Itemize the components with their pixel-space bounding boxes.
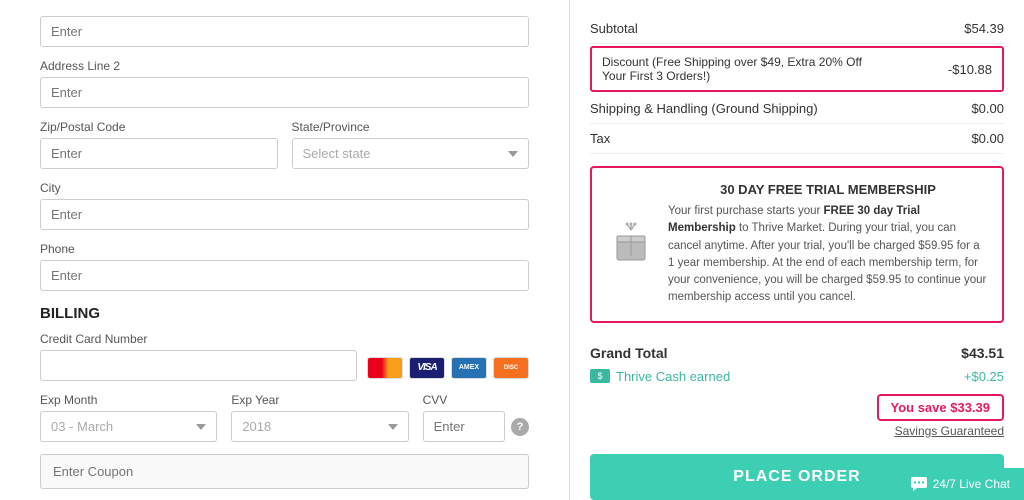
address-line2-label: Address Line 2	[40, 59, 529, 73]
live-chat-button[interactable]: 24/7 Live Chat	[897, 468, 1024, 500]
trial-icon	[606, 182, 656, 307]
address-line2-group: Address Line 2	[40, 59, 529, 108]
cvv-info-icon[interactable]: ?	[511, 418, 529, 436]
phone-group: Phone	[40, 242, 529, 291]
shipping-row: Shipping & Handling (Ground Shipping) $0…	[590, 94, 1004, 124]
grand-total-row: Grand Total $43.51	[590, 335, 1004, 365]
tax-row: Tax $0.00	[590, 124, 1004, 154]
cash-label: Thrive Cash earned	[616, 369, 730, 384]
subtotal-label: Subtotal	[590, 21, 638, 36]
exp-month-group: Exp Month 03 - March	[40, 393, 217, 442]
discount-box: Discount (Free Shipping over $49, Extra …	[590, 46, 1004, 92]
exp-year-label: Exp Year	[231, 393, 408, 407]
savings-guaranteed[interactable]: Savings Guaranteed	[895, 424, 1004, 438]
city-input[interactable]	[40, 199, 529, 230]
savings-wrapper: You save $33.39 Savings Guaranteed	[590, 394, 1004, 438]
state-label: State/Province	[292, 120, 530, 134]
grand-total-value: $43.51	[961, 345, 1004, 361]
exp-row: Exp Month 03 - March Exp Year 2018 CVV ?	[40, 393, 529, 442]
trial-heading: 30 DAY FREE TRIAL MEMBERSHIP	[668, 182, 988, 197]
shipping-label: Shipping & Handling (Ground Shipping)	[590, 101, 818, 116]
chat-bubble-icon	[911, 477, 927, 491]
cash-row: $ Thrive Cash earned +$0.25	[590, 365, 1004, 388]
address-line1-group	[40, 16, 529, 47]
coupon-group	[40, 454, 529, 489]
discover-icon: DISC	[493, 357, 529, 379]
cc-input[interactable]	[40, 350, 357, 381]
cvv-row: ?	[423, 411, 529, 442]
exp-year-select[interactable]: 2018	[231, 411, 408, 442]
billing-title: BILLING	[40, 305, 529, 322]
cvv-label: CVV	[423, 393, 529, 407]
tax-label: Tax	[590, 131, 610, 146]
cvv-input[interactable]	[423, 411, 505, 442]
zip-label: Zip/Postal Code	[40, 120, 278, 134]
exp-year-group: Exp Year 2018	[231, 393, 408, 442]
city-group: City	[40, 181, 529, 230]
cash-label-wrapper: $ Thrive Cash earned	[590, 365, 730, 388]
zip-input[interactable]	[40, 138, 278, 169]
state-group: State/Province Select state	[292, 120, 530, 169]
left-panel: Address Line 2 Zip/Postal Code State/Pro…	[0, 0, 570, 500]
subtotal-row: Subtotal $54.39	[590, 14, 1004, 44]
city-label: City	[40, 181, 529, 195]
cc-input-wrapper: VISA AMEX DISC	[40, 350, 529, 381]
right-panel: Subtotal $54.39 Discount (Free Shipping …	[570, 0, 1024, 500]
address-line1-input[interactable]	[40, 16, 529, 47]
card-icons: VISA AMEX DISC	[367, 357, 529, 379]
tax-value: $0.00	[971, 131, 1004, 146]
mastercard-icon	[367, 357, 403, 379]
address-line2-input[interactable]	[40, 77, 529, 108]
visa-icon: VISA	[409, 357, 445, 379]
subtotal-value: $54.39	[964, 21, 1004, 36]
discount-label: Discount (Free Shipping over $49, Extra …	[602, 55, 882, 83]
grand-total-label: Grand Total	[590, 345, 668, 361]
discount-value: -$10.88	[948, 62, 992, 77]
phone-label: Phone	[40, 242, 529, 256]
amex-icon: AMEX	[451, 357, 487, 379]
phone-input[interactable]	[40, 260, 529, 291]
zip-state-row: Zip/Postal Code State/Province Select st…	[40, 120, 529, 181]
cash-icon: $	[590, 369, 610, 383]
trial-content: 30 DAY FREE TRIAL MEMBERSHIP Your first …	[668, 182, 988, 307]
state-select[interactable]: Select state	[292, 138, 530, 169]
trial-box: 30 DAY FREE TRIAL MEMBERSHIP Your first …	[590, 166, 1004, 323]
live-chat-label: 24/7 Live Chat	[933, 477, 1010, 491]
zip-group: Zip/Postal Code	[40, 120, 278, 169]
cash-value: +$0.25	[964, 369, 1004, 384]
coupon-input[interactable]	[40, 454, 529, 489]
cc-group: Credit Card Number VISA AMEX DISC	[40, 332, 529, 381]
cc-label: Credit Card Number	[40, 332, 529, 346]
trial-body: Your first purchase starts your FREE 30 …	[668, 203, 988, 307]
you-save-badge: You save $33.39	[877, 394, 1005, 421]
exp-month-label: Exp Month	[40, 393, 217, 407]
shipping-value: $0.00	[971, 101, 1004, 116]
cvv-group: CVV ?	[423, 393, 529, 442]
exp-month-select[interactable]: 03 - March	[40, 411, 217, 442]
